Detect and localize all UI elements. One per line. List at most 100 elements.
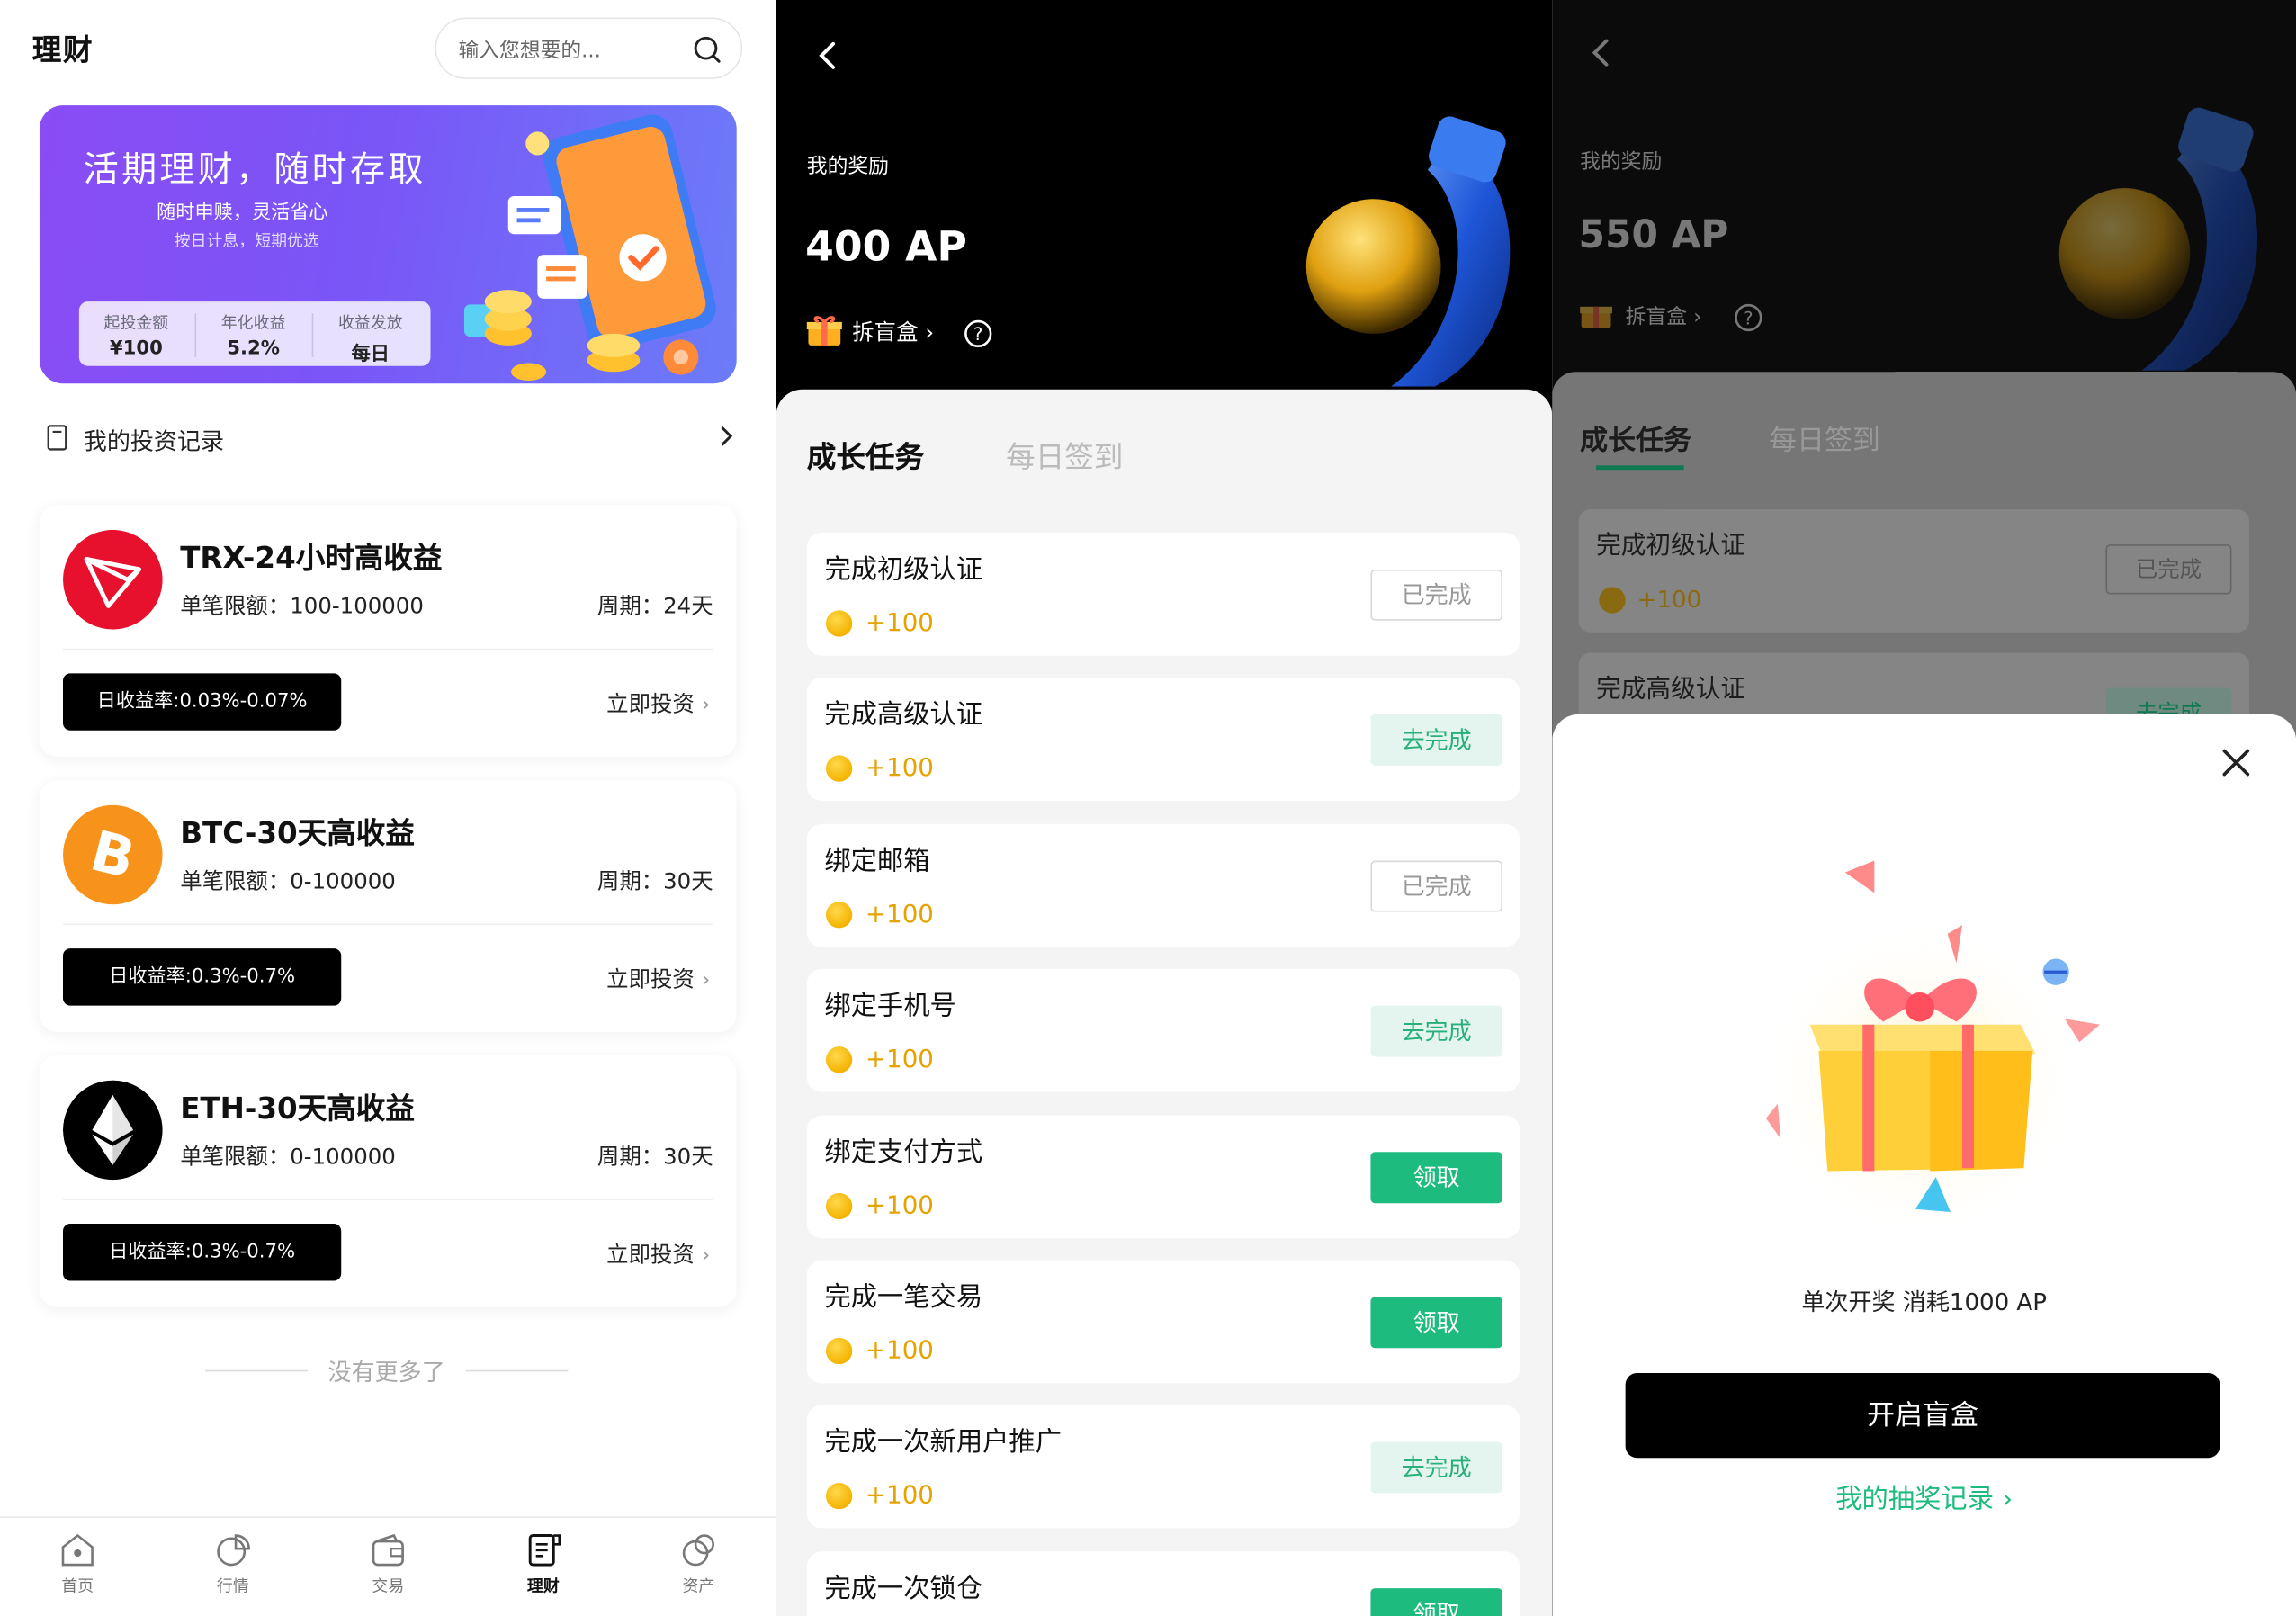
tab-daily-checkin[interactable]: 每日签到 [1769,418,1880,458]
task-done-button[interactable]: 已完成 [1370,860,1502,912]
product-card-trx[interactable]: TRX-24小时高收益 单笔限额：100-100000 周期：24天 日收益率:… [39,505,737,758]
search-input[interactable]: 输入您想要的... [435,17,743,79]
coin-icon [825,902,853,929]
reward-label: 我的奖励 [1580,150,1663,175]
tab-home[interactable]: 首页 [0,1527,156,1597]
stat-min-amount: 起投金额 ¥100 [103,313,169,361]
task-claim-button[interactable]: 领取 [1370,1297,1502,1349]
records-label: 我的投资记录 [83,427,225,455]
chevron-right-icon: › [2002,1484,2013,1515]
reward-value: 400 AP [805,222,967,271]
task-item: 完成初级认证 +100 已完成 [806,533,1520,656]
banner-title: 活期理财，随时存取 [83,148,426,191]
product-limit: 单笔限额：0-100000 [180,867,396,894]
help-circle-icon[interactable]: ? [964,319,993,349]
product-limit: 单笔限额：0-100000 [180,1143,396,1170]
task-claim-button[interactable]: 领取 [1370,1588,1502,1616]
task-item: 绑定邮箱 +100 已完成 [806,823,1520,947]
product-card-btc[interactable]: B BTC-30天高收益 单笔限额：0-100000 周期：30天 日收益率:0… [39,780,737,1032]
banner-stats: 起投金额 ¥100 年化收益 5.2% 收益发放 每日 [78,301,431,366]
rewards-screen: 我的奖励 400 AP 拆盲盒 › ? 成长任务 每日签到 完成初级认证 +100… [776,0,1553,1616]
task-claim-button[interactable]: 领取 [1370,1152,1502,1204]
coin-icon [825,1192,853,1220]
open-blind-box-button[interactable]: 开启盲盒 [1625,1372,2220,1459]
back-arrow-icon[interactable] [1584,35,1619,70]
chevron-right-icon: › [701,965,711,992]
blind-box-screen: 我的奖励 550 AP 拆盲盒 › ? 成长任务 每日签到 完成初级认证 +10… [1552,0,2296,1616]
product-limit: 单笔限额：100-100000 [180,592,424,620]
invest-now-button[interactable]: 立即投资 › [606,963,710,993]
coin-icon [1599,587,1626,614]
task-item: 完成一次新用户推广 +100 去完成 [806,1405,1520,1529]
reward-3d-illustration-icon [1305,116,1511,387]
page-title: 理财 [31,31,94,67]
eth-logo-icon [62,1080,163,1181]
finance-doc-icon [528,1534,561,1567]
task-go-button[interactable]: 去完成 [1370,1005,1502,1057]
blind-box-modal: 单次开奖 消耗1000 AP 开启盲盒 我的抽奖记录 › [1552,714,2296,1616]
gift-icon [1580,306,1612,328]
svg-text:?: ? [973,324,982,345]
task-go-button[interactable]: 去完成 [1370,1441,1502,1494]
product-card-eth[interactable]: ETH-30天高收益 单笔限额：0-100000 周期：30天 日收益率:0.3… [39,1055,737,1307]
invest-now-button[interactable]: 立即投资 › [606,688,710,719]
lottery-record-link[interactable]: 我的抽奖记录 › [1552,1478,2296,1516]
investment-records-link[interactable]: 我的投资记录 [44,418,740,456]
task-item: 绑定支付方式 +100 领取 [806,1115,1520,1239]
chevron-right-icon [721,426,733,446]
task-item: 绑定手机号 +100 去完成 [806,968,1520,1092]
reward-value: 550 AP [1578,213,1729,258]
tab-assets[interactable]: 资产 [621,1527,776,1597]
chevron-right-icon: › [701,690,711,718]
help-circle-icon[interactable]: ? [1734,303,1763,333]
task-item: 完成高级认证 +100 去完成 [806,678,1520,801]
product-name: ETH-30天高收益 [180,1090,415,1127]
task-done-button[interactable]: 已完成 [2105,544,2232,595]
document-icon [47,425,67,451]
tab-underline [1596,465,1684,471]
trx-logo-icon [62,529,163,630]
invest-now-button[interactable]: 立即投资 › [606,1238,710,1269]
coin-icon [825,1482,853,1510]
task-item: 完成一次锁仓 领取 [806,1551,1520,1616]
gift-icon [806,316,842,346]
back-arrow-icon[interactable] [812,38,847,73]
search-icon[interactable] [691,33,723,66]
reward-label: 我的奖励 [806,155,889,179]
chevron-right-icon: › [925,319,935,346]
product-period: 周期：30天 [596,1143,713,1170]
assets-icon [682,1534,714,1567]
stat-payout: 收益发放 每日 [337,313,403,366]
product-period: 周期：24天 [596,592,713,620]
coin-icon [825,1046,853,1073]
product-period: 周期：30天 [596,867,713,894]
task-item: 完成一笔交易 +100 领取 [806,1260,1520,1384]
search-placeholder: 输入您想要的... [458,39,601,63]
home-icon [61,1533,94,1567]
banner-subtitle: 随时申赎，灵活省心 [157,202,328,224]
stat-annual-yield: 年化收益 5.2% [220,313,286,361]
no-more-text: 没有更多了 [204,1352,569,1387]
task-go-button[interactable]: 去完成 [1370,714,1502,766]
tab-growth-tasks[interactable]: 成长任务 [807,434,924,476]
svg-text:?: ? [1744,308,1753,328]
close-icon[interactable] [2220,747,2252,779]
bottom-tab-bar: 首页 行情 交易 理财 资产 [0,1516,776,1616]
btc-logo-icon: B [62,804,163,905]
banner-subtitle-2: 按日计息，短期优选 [174,231,319,251]
task-done-button[interactable]: 已完成 [1370,569,1502,621]
coin-icon [825,1337,853,1365]
tab-daily-checkin[interactable]: 每日签到 [1006,434,1123,476]
product-name: TRX-24小时高收益 [180,540,443,576]
tab-finance[interactable]: 理财 [466,1527,622,1597]
wallet-icon [372,1533,404,1567]
product-rate: 日收益率:0.3%-0.7% [62,948,342,1006]
chart-pie-icon [217,1534,250,1567]
tab-trade[interactable]: 交易 [310,1527,466,1597]
tab-growth-tasks[interactable]: 成长任务 [1580,418,1691,458]
finance-screen: 理财 输入您想要的... 活期理财，随时存取 随时申赎，灵活省心 按日计息，短期… [0,0,776,1616]
tab-market[interactable]: 行情 [156,1527,311,1597]
promo-banner[interactable]: 活期理财，随时存取 随时申赎，灵活省心 按日计息，短期优选 起投金额 ¥100 年… [39,105,737,384]
coin-icon [825,755,853,782]
coin-icon [825,610,853,637]
